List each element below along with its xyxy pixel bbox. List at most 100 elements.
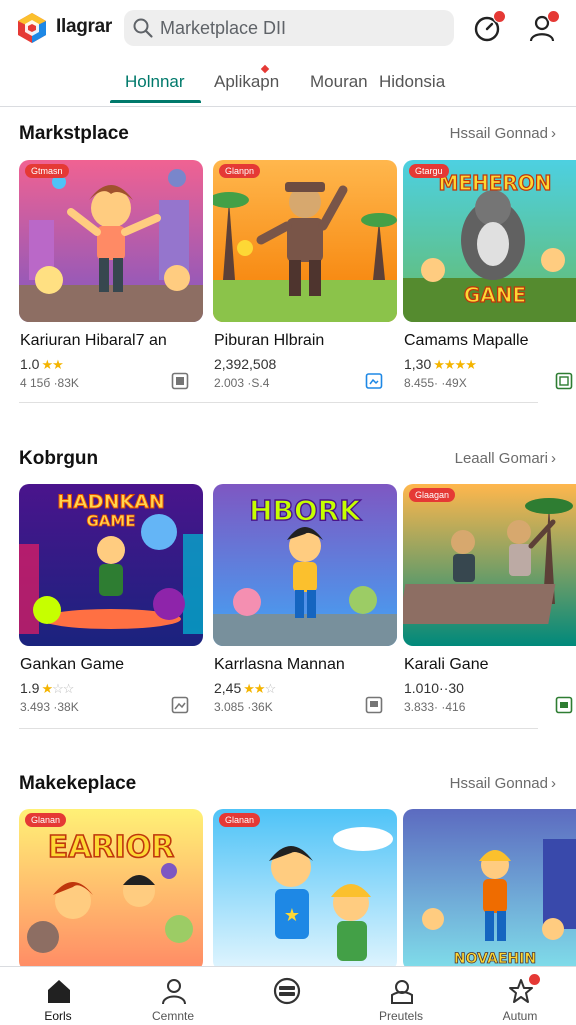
rating-value: 2,45	[214, 680, 242, 696]
see-all-link[interactable]: Leaall Gomari ›	[455, 450, 556, 467]
top-app-bar: Ilagrar	[0, 0, 576, 56]
promo-tag: Gtargu	[409, 164, 449, 178]
rating-value: 2,392,508	[214, 356, 277, 372]
store-icon	[555, 372, 573, 390]
chevron-right-icon: ›	[551, 775, 556, 792]
chevron-right-icon: ›	[551, 450, 556, 467]
app-title: Karali Gane	[404, 656, 489, 673]
tab-home[interactable]: Holnnar	[125, 56, 185, 106]
app-thumbnail: MEHERON GANE Gtargu	[403, 160, 576, 322]
section-divider	[19, 402, 538, 403]
promo-tag: Glanan	[219, 813, 261, 827]
notification-badge	[493, 10, 506, 23]
svg-text:★: ★	[284, 905, 300, 925]
category-tabs: Holnnar Aplikapn Mouran Hidonsia	[0, 56, 576, 107]
app-thumbnail: HADNKAN GAME	[19, 484, 203, 646]
circle-menu-icon	[273, 977, 301, 1005]
promo-tag: Glanpn	[219, 164, 261, 178]
app-rating: 1,30 ★★★★	[404, 356, 477, 373]
app-title: Piburan Hlbrain	[214, 332, 325, 349]
rating-value: 1.0	[20, 356, 40, 372]
nav-item-products[interactable]: Preutels	[356, 967, 446, 1025]
see-all-label: Leaall Gomari	[454, 450, 548, 467]
rating-value: 1.010··30	[404, 680, 464, 696]
app-thumbnail: Glaagan	[403, 484, 576, 646]
promo-tag: Glaagan	[409, 488, 456, 502]
account-button[interactable]	[526, 10, 560, 44]
thumbnail-text: HBORK	[249, 494, 362, 527]
app-thumbnail: HBORK	[213, 484, 397, 646]
nav-label: Autum	[502, 1009, 538, 1023]
rating-stars: ★★★★	[433, 357, 477, 372]
rating-value: 1,30	[404, 356, 432, 372]
app-meta: 3.085 ·36K	[214, 700, 273, 714]
search-icon	[133, 18, 153, 38]
tab-movies[interactable]: Mouran	[310, 56, 368, 106]
tab-indonesia[interactable]: Hidonsia	[379, 56, 445, 106]
nav-item-auto[interactable]: Autum	[475, 967, 565, 1025]
promo-tag: Gtmasn	[25, 164, 69, 178]
app-title: Gankan Game	[20, 656, 125, 673]
thumbnail-text: GAME	[86, 512, 135, 530]
gift-icon	[391, 980, 413, 1004]
app-rating: 1.0 ★★	[20, 356, 64, 373]
active-tab-indicator	[110, 100, 201, 103]
app-thumbnail: ★ Glanan	[213, 809, 397, 971]
home-icon	[48, 980, 70, 1003]
section-title: Markstplace	[19, 123, 129, 144]
notification-badge	[528, 973, 541, 986]
see-all-label: Hssail Gonnad	[449, 775, 548, 792]
app-title: Camams Mapalle	[404, 332, 529, 349]
app-rating: 2,45 ★★☆	[214, 680, 276, 697]
nav-item-account[interactable]: Cemnte	[128, 967, 218, 1025]
notification-badge	[547, 10, 560, 23]
screen-icon	[365, 373, 383, 389]
see-all-link[interactable]: Hssail Gonnad ›	[450, 775, 556, 792]
app-title: Kariuran Hibaral7 an	[20, 332, 167, 349]
search-bar[interactable]	[124, 10, 454, 46]
app-rating: 1.9 ★☆☆	[20, 680, 74, 697]
image-icon	[171, 696, 189, 714]
rating-value: 1.9	[20, 680, 40, 696]
app-name: Ilagrar	[56, 16, 112, 37]
thumbnail-text: NOVAEHIN	[454, 951, 536, 967]
rating-stars: ★☆☆	[41, 681, 74, 696]
thumbnail-text: EARIOR	[48, 830, 175, 865]
app-meta: 3.833· ·416	[404, 700, 466, 714]
rating-stars: ★★☆	[243, 681, 276, 696]
screen-icon	[365, 696, 383, 714]
app-rating: 2,392,508	[214, 356, 276, 372]
search-input[interactable]	[160, 10, 445, 46]
app-meta: 8.455· ·49X	[404, 376, 467, 390]
promo-tag: Glanan	[25, 813, 67, 827]
thumbnail-text: MEHERON	[438, 171, 551, 195]
section-title: Kobrgun	[19, 448, 99, 469]
nav-label: Preutels	[378, 1009, 424, 1023]
store-icon	[555, 696, 573, 714]
person-icon	[162, 979, 186, 1005]
image-icon	[171, 372, 189, 390]
app-thumbnail: EARIOR Glanan	[19, 809, 203, 971]
app-meta: 4 15б ·83K	[20, 376, 79, 390]
app-logo-icon[interactable]	[16, 12, 48, 44]
app-meta: 3.493 ·38K	[20, 700, 79, 714]
section-title: Makekeplace	[19, 773, 137, 794]
nav-item-menu[interactable]	[241, 967, 331, 1025]
thumbnail-text: HADNKAN	[57, 491, 165, 513]
app-thumbnail: NOVAEHIN	[403, 809, 576, 971]
see-all-link[interactable]: Hssail Gonnad ›	[450, 125, 556, 142]
tab-apps[interactable]: Aplikapn	[214, 56, 279, 106]
nav-label: Eorls	[44, 1009, 72, 1023]
bottom-navigation: Eorls Cemnte Preutels Autum	[0, 966, 576, 1025]
nav-label: Cemnte	[151, 1009, 195, 1023]
app-thumbnail: Gtmasn	[19, 160, 203, 322]
see-all-label: Hssail Gonnad	[449, 125, 548, 142]
chevron-right-icon: ›	[551, 125, 556, 142]
thumbnail-text: GANE	[464, 283, 526, 307]
timer-button[interactable]	[472, 10, 506, 44]
app-title: Karrlasna Mannan	[214, 656, 345, 673]
section-divider	[19, 728, 538, 729]
app-rating: 1.010··30	[404, 680, 464, 696]
nav-item-home[interactable]: Eorls	[13, 967, 103, 1025]
rating-stars: ★★	[41, 357, 63, 372]
